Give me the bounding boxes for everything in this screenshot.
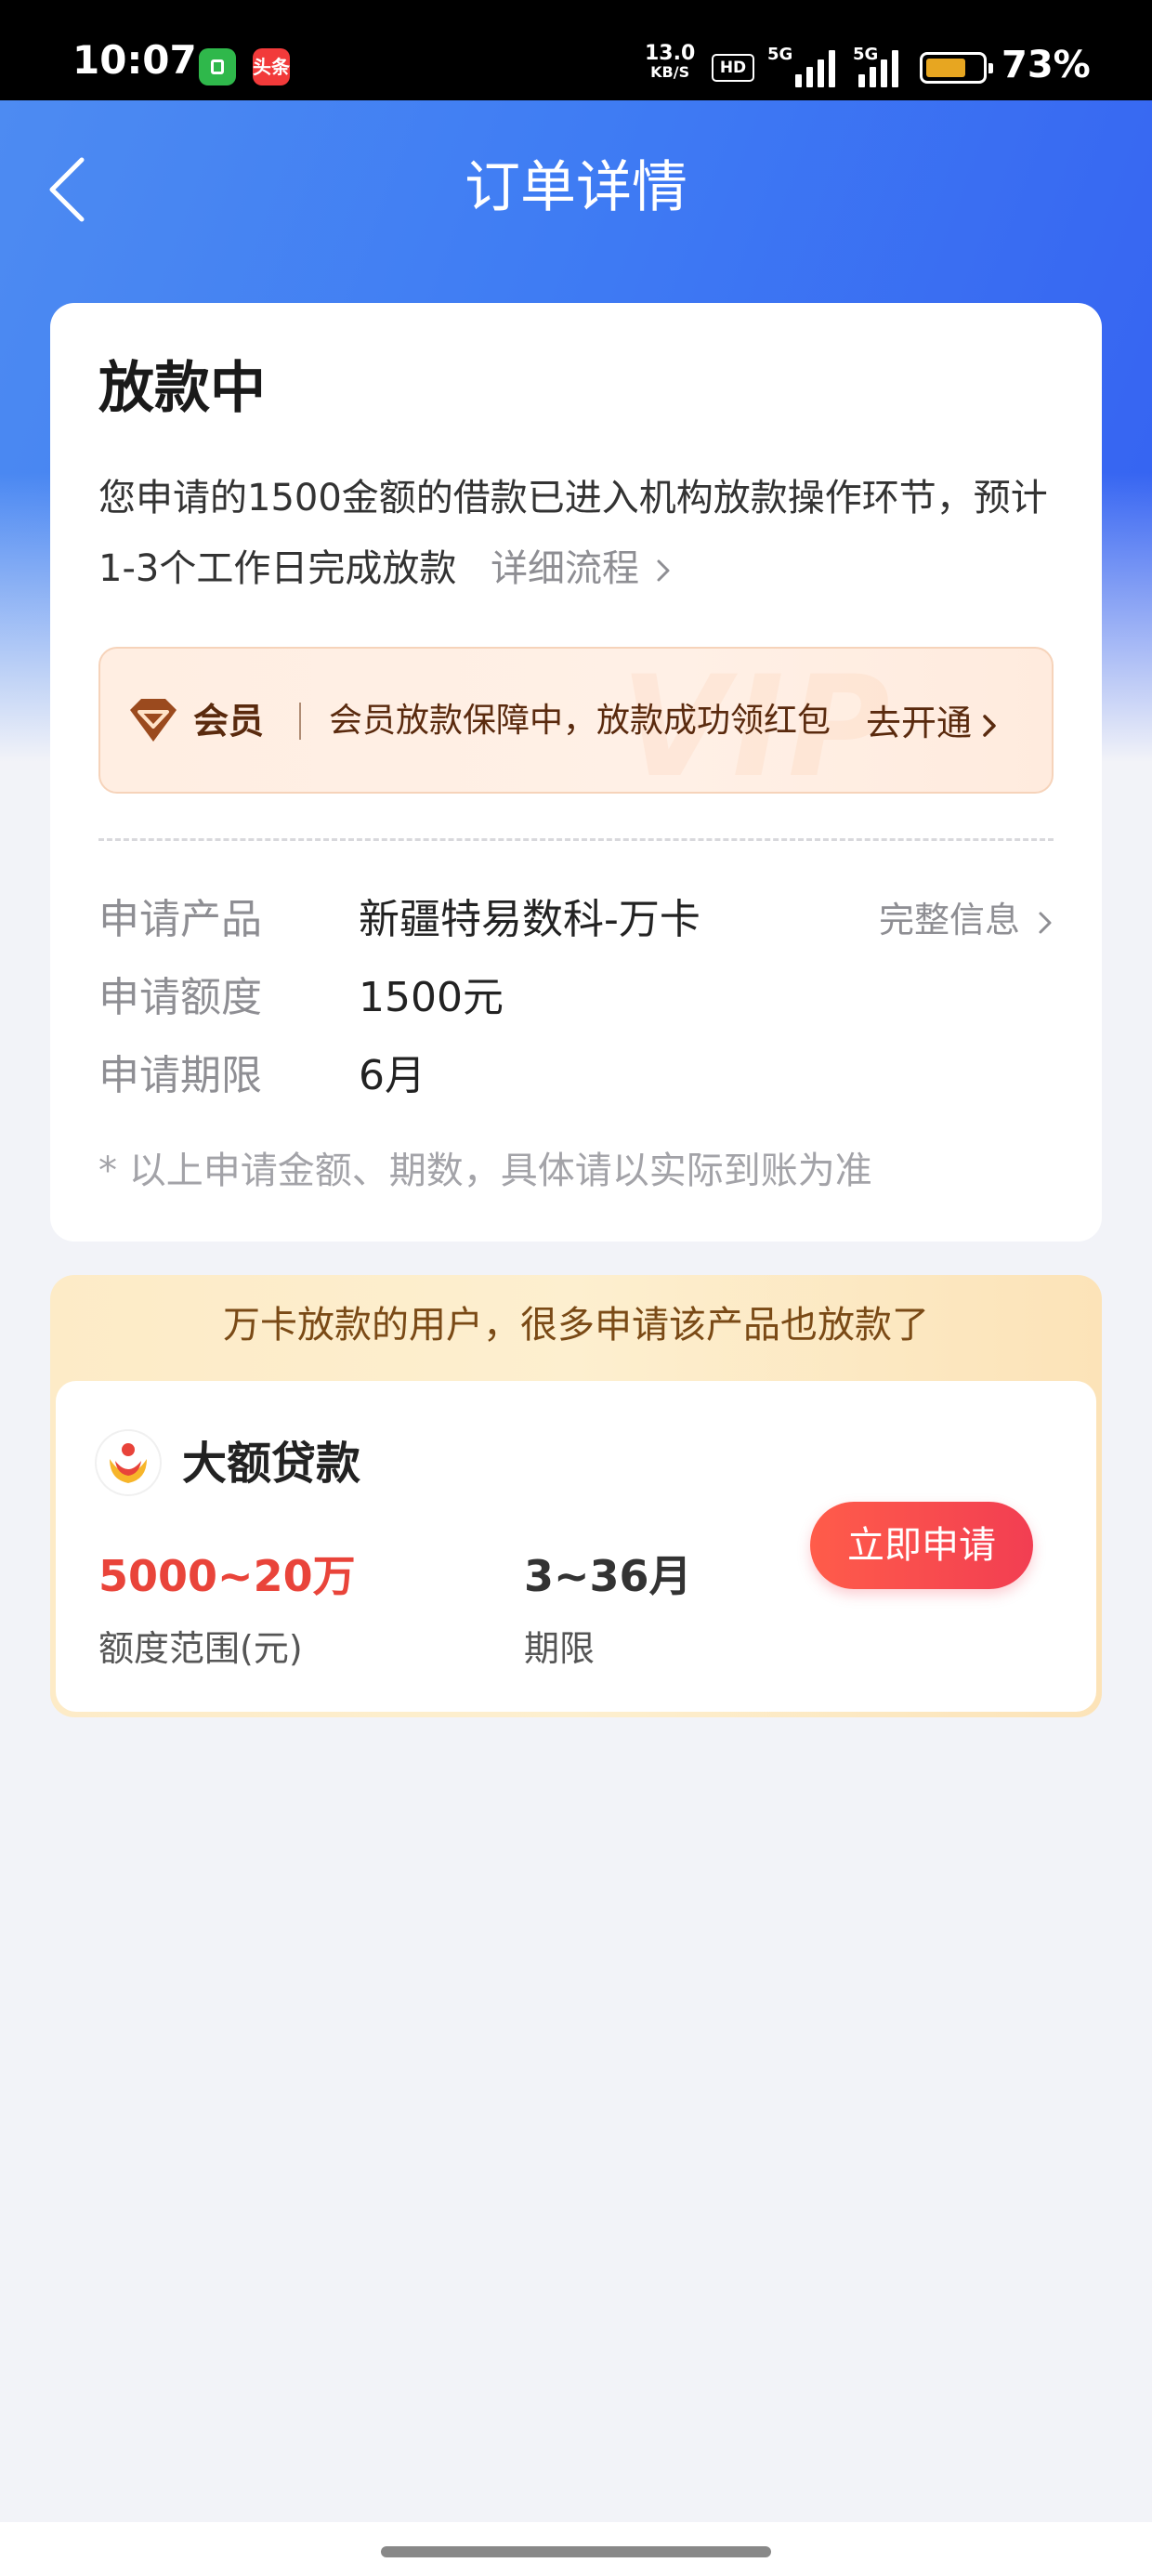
status-bar: 10:07 头条 13.0 KB/S HD 5G 5G 73% bbox=[0, 0, 1152, 100]
signal-icon: 5G bbox=[853, 45, 927, 87]
vip-banner[interactable]: VIP 会员 会员放款保障中，放款成功领红包 去开通 bbox=[98, 647, 1054, 794]
signal-icon: 5G bbox=[767, 45, 842, 87]
page-title: 订单详情 bbox=[465, 155, 687, 220]
recommend-header: 万卡放款的用户，很多申请该产品也放款了 bbox=[223, 1304, 929, 1347]
vip-open-button[interactable]: 去开通 bbox=[866, 695, 998, 751]
full-info-label: 完整信息 bbox=[878, 900, 1020, 940]
battery-fill bbox=[926, 59, 965, 77]
home-indicator[interactable] bbox=[381, 2546, 771, 2557]
vip-text: 会员放款保障中，放款成功领红包 bbox=[329, 702, 831, 740]
dashed-divider bbox=[98, 838, 1054, 841]
battery-percent: 73% bbox=[1001, 44, 1091, 86]
battery-icon bbox=[920, 52, 993, 84]
info-label: 申请产品 bbox=[98, 896, 262, 943]
info-value: 新疆特易数科-万卡 bbox=[359, 896, 700, 943]
toutiao-icon: 头条 bbox=[253, 48, 290, 85]
amount-range: 5000~20万 bbox=[98, 1551, 356, 1601]
net-speed-value: 13.0 bbox=[645, 42, 696, 65]
order-description: 您申请的1500金额的借款已进入机构放款操作环节，预计1-3个工作日完成放款 详… bbox=[98, 463, 1065, 604]
term-value: 3~36月 bbox=[524, 1551, 692, 1601]
info-value: 1500元 bbox=[359, 974, 504, 1021]
info-row-product: 申请产品 新疆特易数科-万卡 完整信息 bbox=[98, 892, 1054, 948]
info-value: 6月 bbox=[359, 1052, 425, 1099]
wechat-mini-app-icon bbox=[199, 48, 236, 85]
detail-process-label: 详细流程 bbox=[491, 547, 640, 590]
status-time: 10:07 bbox=[72, 37, 197, 83]
amount-range-label: 额度范围(元) bbox=[98, 1628, 303, 1669]
term-label: 期限 bbox=[524, 1628, 596, 1669]
order-status-card: 放款中 您申请的1500金额的借款已进入机构放款操作环节，预计1-3个工作日完成… bbox=[50, 303, 1102, 1242]
vip-divider bbox=[299, 703, 301, 740]
apply-now-button[interactable]: 立即申请 bbox=[810, 1502, 1033, 1589]
net-speed-unit: KB/S bbox=[650, 63, 690, 81]
chevron-right-icon bbox=[983, 714, 996, 737]
net-speed: 13.0 KB/S bbox=[645, 42, 696, 82]
recommend-product[interactable]: 大额贷款 5000~20万 额度范围(元) 3~36月 期限 立即申请 bbox=[56, 1381, 1096, 1712]
diamond-icon bbox=[130, 699, 177, 742]
info-row-amount: 申请额度 1500元 bbox=[98, 970, 1054, 1026]
info-row-term: 申请期限 6月 bbox=[98, 1048, 1054, 1104]
product-logo-icon bbox=[97, 1431, 160, 1494]
chevron-right-icon bbox=[1039, 912, 1052, 933]
info-label: 申请期限 bbox=[98, 1052, 262, 1099]
navigation-bar bbox=[0, 2522, 1152, 2576]
signal-label: 5G bbox=[853, 45, 879, 64]
vip-open-label: 去开通 bbox=[866, 703, 973, 743]
info-note: * 以上申请金额、期数，具体请以实际到账为准 bbox=[98, 1150, 872, 1192]
full-info-link[interactable]: 完整信息 bbox=[879, 892, 1054, 948]
order-status-title: 放款中 bbox=[98, 356, 266, 421]
product-name: 大额贷款 bbox=[182, 1438, 361, 1490]
detail-process-link[interactable]: 详细流程 bbox=[468, 547, 673, 590]
signal-label: 5G bbox=[767, 45, 793, 64]
info-label: 申请额度 bbox=[98, 974, 262, 1021]
hd-icon: HD bbox=[712, 54, 754, 82]
recommend-card: 万卡放款的用户，很多申请该产品也放款了 大额贷款 5000~20万 额度范围(元… bbox=[50, 1275, 1102, 1717]
chevron-right-icon bbox=[657, 559, 670, 582]
vip-label: 会员 bbox=[193, 701, 265, 742]
